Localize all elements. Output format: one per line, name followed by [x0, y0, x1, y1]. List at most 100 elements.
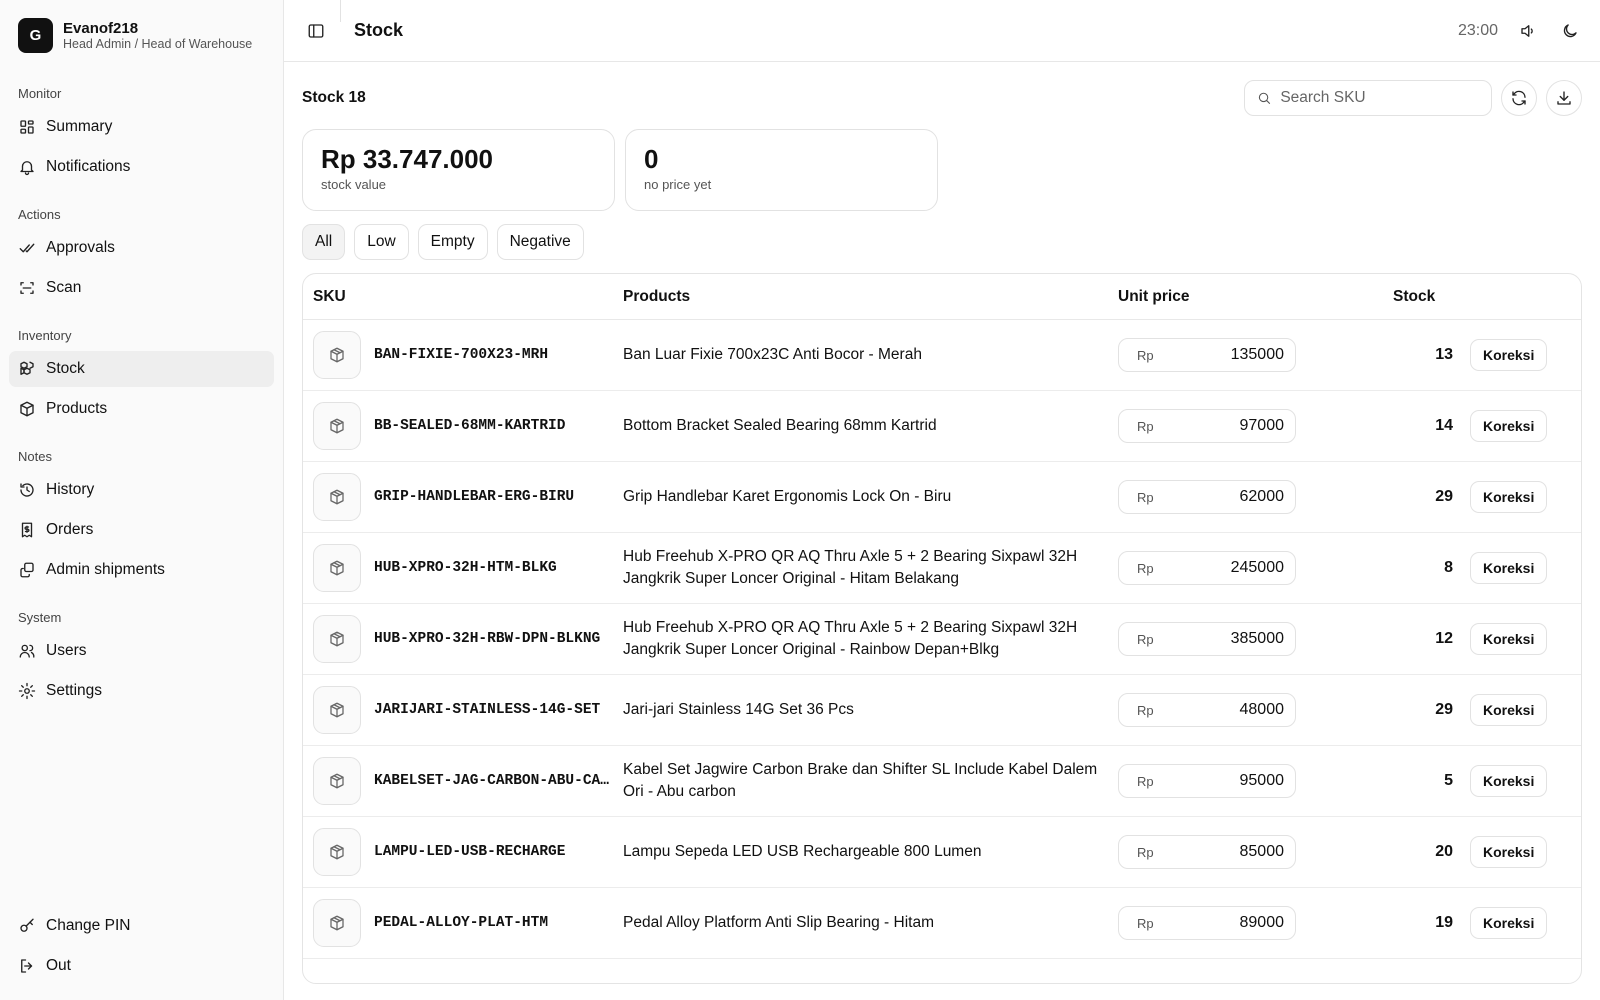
unit-price-input[interactable]: Rp 245000	[1118, 551, 1296, 585]
koreksi-button[interactable]: Koreksi	[1470, 552, 1548, 584]
unit-price-input[interactable]: Rp 89000	[1118, 906, 1296, 940]
unit-price-input[interactable]: Rp 97000	[1118, 409, 1296, 443]
stock-value-card: Rp 33.747.000 stock value	[302, 129, 615, 211]
user-role: Head Admin / Head of Warehouse	[63, 36, 253, 51]
download-icon	[1557, 91, 1571, 105]
sidebar-toggle-icon[interactable]	[302, 17, 330, 45]
unit-price-input[interactable]: Rp 48000	[1118, 693, 1296, 727]
sidebar-item-label: Notifications	[46, 158, 131, 175]
speaker-icon[interactable]	[1516, 19, 1540, 43]
unit-price-value[interactable]: 89000	[1240, 914, 1285, 932]
table-row: KABELSET-JAG-CARBON-ABU-CARBON Kabel Set …	[303, 746, 1581, 817]
unit-price-value[interactable]: 97000	[1240, 417, 1285, 435]
sidebar-item-orders[interactable]: Orders	[9, 512, 274, 548]
filter-low[interactable]: Low	[354, 224, 409, 260]
sidebar-item-settings[interactable]: Settings	[9, 673, 274, 709]
currency-label: Rp	[1137, 915, 1154, 931]
package-icon	[313, 544, 361, 592]
refresh-button[interactable]	[1501, 80, 1537, 116]
stock-value: 14	[1435, 417, 1453, 434]
koreksi-button[interactable]: Koreksi	[1470, 765, 1548, 797]
column-header-sku: SKU	[313, 287, 346, 305]
moon-icon[interactable]	[1558, 19, 1582, 43]
sidebar-item-label: Out	[46, 957, 71, 974]
user-name: Evanof218	[63, 19, 139, 37]
package-icon	[313, 899, 361, 947]
sidebar-item-summary[interactable]: Summary	[9, 109, 274, 145]
unit-price-input[interactable]: Rp 62000	[1118, 480, 1296, 514]
unit-price-value[interactable]: 245000	[1231, 559, 1284, 577]
nav-group: Monitor Summary Notifications	[9, 86, 274, 185]
stock-content: Stock 18 Rp 33.747.000 stock value	[284, 62, 1600, 1000]
currency-label: Rp	[1137, 560, 1154, 576]
nav-group-label: Notes	[18, 449, 52, 464]
toolbar: Stock 18	[302, 80, 1582, 116]
stock-value: 8	[1444, 559, 1453, 576]
sidebar-item-scan[interactable]: Scan	[9, 270, 274, 306]
user-profile[interactable]: G Evanof218 Head Admin / Head of Warehou…	[9, 16, 274, 54]
double-check-icon	[18, 239, 36, 257]
search-box[interactable]	[1244, 80, 1492, 116]
sidebar-item-change-pin[interactable]: Change PIN	[9, 908, 274, 944]
unit-price-input[interactable]: Rp 385000	[1118, 622, 1296, 656]
sidebar-item-label: Stock	[46, 360, 85, 377]
koreksi-button[interactable]: Koreksi	[1470, 339, 1548, 371]
koreksi-button[interactable]: Koreksi	[1470, 481, 1548, 513]
unit-price-input[interactable]: Rp 85000	[1118, 835, 1296, 869]
no-price-card: 0 no price yet	[625, 129, 938, 211]
koreksi-button[interactable]: Koreksi	[1470, 836, 1548, 868]
sidebar-item-products[interactable]: Products	[9, 391, 274, 427]
sidebar-item-stock[interactable]: Stock	[9, 351, 274, 387]
table-row: PEDAL-ALLOY-PLAT-HTM Pedal Alloy Platform…	[303, 888, 1581, 959]
price-cell: Rp 62000	[1118, 480, 1358, 514]
column-header-stock: Stock	[1393, 287, 1436, 305]
no-price-label: no price yet	[644, 177, 712, 192]
search-input[interactable]	[1280, 89, 1479, 107]
sku-cell: PEDAL-ALLOY-PLAT-HTM	[303, 899, 623, 947]
price-cell: Rp 385000	[1118, 622, 1358, 656]
main: Stock 23:00 Stock 18 Search SKU Rp 33.74…	[284, 0, 1600, 1000]
sidebar-item-label: Orders	[46, 521, 94, 538]
download-button[interactable]	[1546, 80, 1582, 116]
sidebar-item-users[interactable]: Users	[9, 633, 274, 669]
page-title: Stock	[354, 20, 404, 40]
sidebar-item-label: Summary	[46, 118, 113, 135]
product-name: Jari-jari Stainless 14G Set 36 Pcs	[623, 701, 854, 718]
unit-price-value[interactable]: 48000	[1240, 701, 1285, 719]
package-icon	[313, 828, 361, 876]
price-cell: Rp 135000	[1118, 338, 1358, 372]
koreksi-button[interactable]: Koreksi	[1470, 694, 1548, 726]
sku-cell: LAMPU-LED-USB-RECHARGE	[303, 828, 623, 876]
filter-all[interactable]: All	[302, 224, 346, 260]
receipt-icon	[18, 521, 36, 539]
price-cell: Rp 97000	[1118, 409, 1358, 443]
unit-price-value[interactable]: 95000	[1240, 772, 1285, 790]
users-icon	[18, 642, 36, 660]
sidebar-item-notifications[interactable]: Notifications	[9, 149, 274, 185]
table-row: LAMPU-LED-USB-RECHARGE Lampu Sepeda LED U…	[303, 817, 1581, 888]
unit-price-input[interactable]: Rp 135000	[1118, 338, 1296, 372]
filter-empty[interactable]: Empty	[417, 224, 488, 260]
gear-icon	[18, 682, 36, 700]
sidebar-item-approvals[interactable]: Approvals	[9, 230, 274, 266]
unit-price-value[interactable]: 135000	[1231, 346, 1284, 364]
koreksi-button[interactable]: Koreksi	[1470, 907, 1548, 939]
koreksi-button[interactable]: Koreksi	[1470, 410, 1548, 442]
koreksi-button[interactable]: Koreksi	[1470, 623, 1548, 655]
sidebar-item-admin-shipments[interactable]: Admin shipments	[9, 552, 274, 588]
nav-group: Actions Approvals Scan	[9, 207, 274, 306]
boxes-icon	[18, 360, 36, 378]
sku-code: JARIJARI-STAINLESS-14G-SET	[374, 702, 601, 718]
unit-price-input[interactable]: Rp 95000	[1118, 764, 1296, 798]
unit-price-value[interactable]: 385000	[1231, 630, 1284, 648]
unit-price-value[interactable]: 85000	[1240, 843, 1285, 861]
sidebar-item-out[interactable]: Out	[9, 948, 274, 984]
scan-icon	[18, 279, 36, 297]
product-name: Grip Handlebar Karet Ergonomis Lock On -…	[623, 488, 952, 505]
sku-code: LAMPU-LED-USB-RECHARGE	[374, 844, 566, 860]
table-body: BAN-FIXIE-700X23-MRH Ban Luar Fixie 700x2…	[303, 320, 1581, 959]
filter-negative[interactable]: Negative	[496, 224, 584, 260]
sidebar-item-history[interactable]: History	[9, 472, 274, 508]
sku-code: HUB-XPRO-32H-HTM-BLKG	[374, 560, 557, 576]
unit-price-value[interactable]: 62000	[1240, 488, 1285, 506]
